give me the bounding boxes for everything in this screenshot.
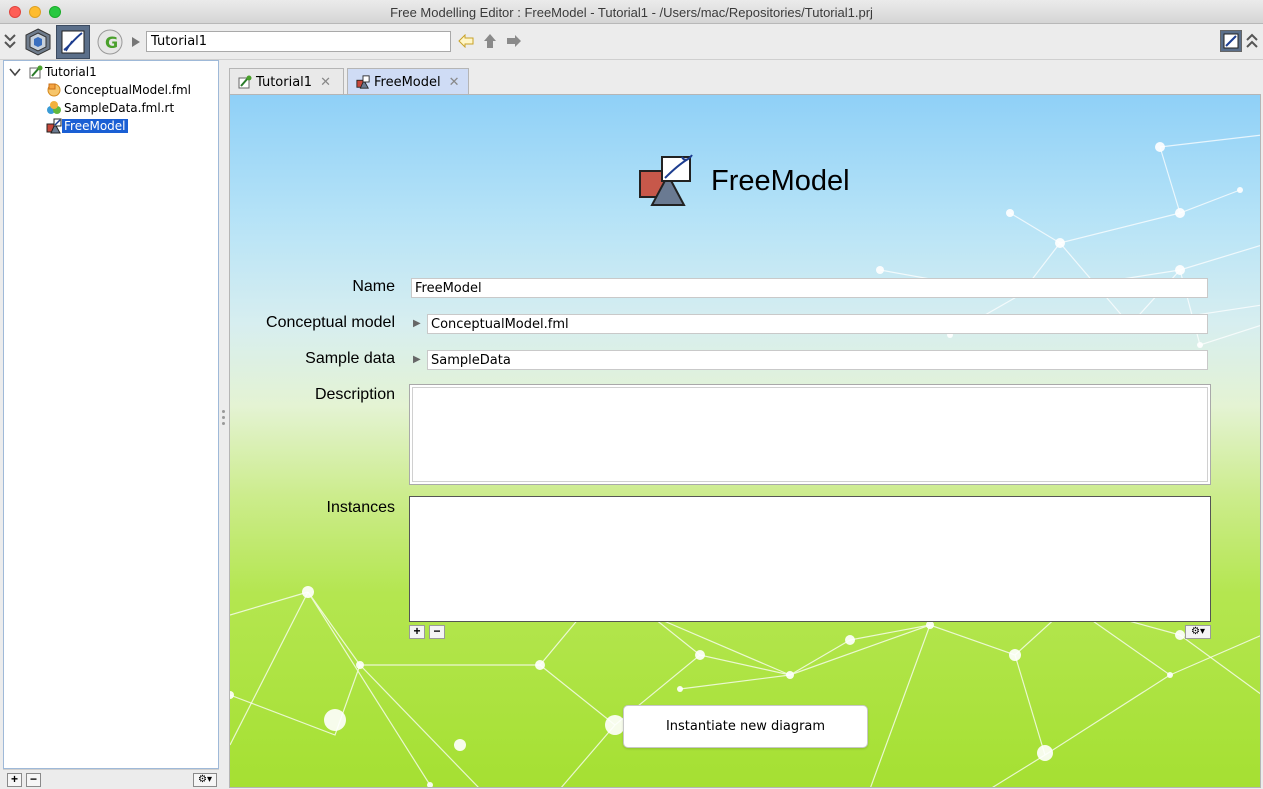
instances-gear-icon[interactable]: ⚙▾ [1185,625,1211,639]
sample-data-field[interactable]: SampleData [427,350,1208,370]
disclosure-triangle-icon[interactable]: ▶ [413,354,421,365]
name-field[interactable]: FreeModel [411,278,1208,298]
project-path-field[interactable]: Tutorial1 [146,31,451,52]
technology-cube-icon[interactable] [22,26,54,58]
conceptual-model-field[interactable]: ConceptualModel.fml [427,314,1208,334]
collapse-icon[interactable] [3,32,17,50]
svg-text:G: G [105,33,118,52]
freemodel-editor-panel: FreeModel Name FreeModel Conceptual mode… [229,94,1261,788]
tree-root-label: Tutorial1 [45,65,97,79]
browser-footer: + − ⚙▾ [3,769,219,789]
gear-icon[interactable]: ⚙▾ [193,773,217,787]
tree-item-sample-data[interactable]: SampleData.fml.rt [46,99,176,117]
tab-tutorial1[interactable]: Tutorial1 ✕ [229,68,344,95]
tree-item-conceptual-model[interactable]: ConceptualModel.fml [46,81,193,99]
instantiate-new-diagram-button[interactable]: Instantiate new diagram [623,705,868,748]
conceptual-model-icon [47,83,61,97]
description-text [412,387,1208,482]
conceptual-model-label: Conceptual model [266,314,395,331]
add-instance-button[interactable]: + [409,625,425,639]
panel-splitter[interactable] [222,410,226,434]
up-arrow-icon[interactable] [482,32,498,50]
project-browser: Tutorial1 ConceptualModel.fml SampleData… [3,60,219,769]
tree-item-label: ConceptualModel.fml [64,83,192,97]
name-label: Name [352,278,395,295]
description-label: Description [314,386,395,403]
breadcrumb-arrow-icon [131,36,141,48]
page-title: FreeModel [711,165,850,197]
remove-button[interactable]: − [26,773,41,787]
tree-item-label: SampleData.fml.rt [64,101,175,115]
close-tab-icon[interactable]: ✕ [320,75,331,90]
forward-arrow-icon[interactable] [505,33,523,49]
tab-label: FreeModel [374,74,441,90]
remove-instance-button[interactable]: − [429,625,445,639]
add-button[interactable]: + [7,773,22,787]
tree-item-label: FreeModel [62,119,128,133]
sample-data-icon [47,101,61,114]
tab-label: Tutorial1 [256,74,313,90]
tab-freemodel[interactable]: FreeModel ✕ [347,68,469,95]
sample-data-label: Sample data [305,350,395,367]
disclosure-triangle-icon[interactable]: ▶ [413,318,421,329]
layout-icon[interactable] [1220,30,1242,52]
freemodel-icon [356,75,370,89]
freemodel-icon [46,118,62,134]
instances-label: Instances [326,499,395,516]
window-title: Free Modelling Editor : FreeModel - Tuto… [390,5,873,20]
chevron-down-icon[interactable] [9,67,21,77]
back-arrow-icon[interactable] [457,33,475,49]
tree-item-freemodel[interactable]: FreeModel [46,117,128,135]
instances-table[interactable] [409,496,1211,622]
project-icon [29,65,43,79]
expand-icon[interactable] [1245,32,1259,50]
title-bar: Free Modelling Editor : FreeModel - Tuto… [0,0,1263,24]
project-icon [238,75,252,89]
fml-module-icon[interactable]: G [95,27,125,57]
freemodel-logo-icon [638,153,696,209]
tree-root[interactable]: Tutorial1 [9,63,99,81]
toolbar: G Tutorial1 [0,24,1263,60]
description-textarea[interactable] [409,384,1211,485]
close-tab-icon[interactable]: ✕ [449,75,460,90]
freemodel-editor-icon[interactable] [56,25,90,59]
